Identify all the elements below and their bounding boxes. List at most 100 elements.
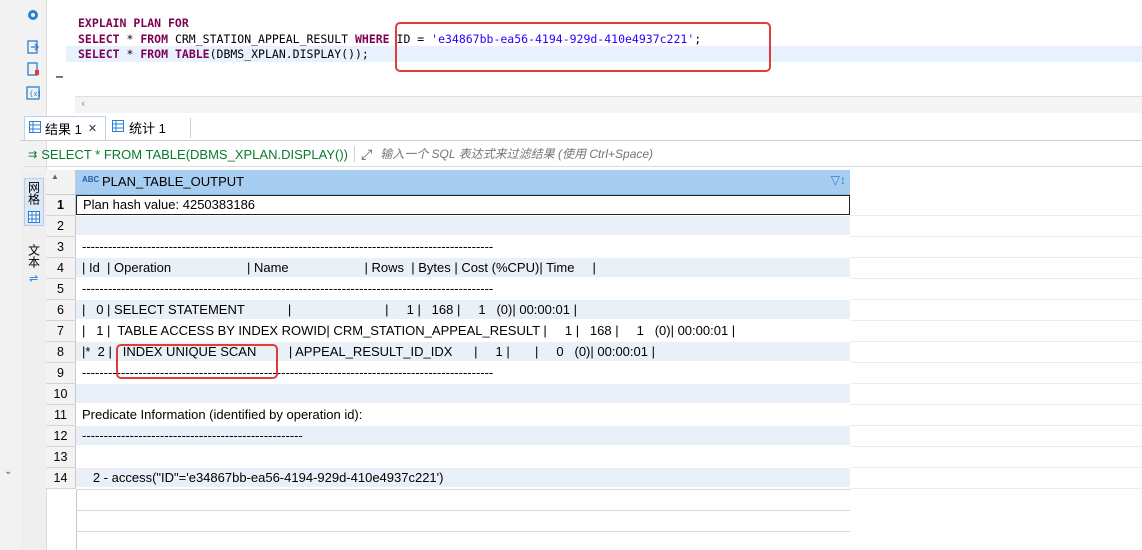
empty-grid-area — [850, 279, 1142, 300]
row-number[interactable]: 14 — [46, 468, 76, 489]
grid-corner[interactable]: ▲ — [46, 170, 76, 195]
grid-header-row: ▲ ABC PLAN_TABLE_OUTPUT ▽↕ — [46, 170, 1142, 195]
keyword: FROM — [140, 47, 169, 61]
export-icon[interactable] — [26, 40, 40, 54]
row-header-empty-area — [46, 489, 77, 550]
plan-output-cell[interactable]: | 1 | TABLE ACCESS BY INDEX ROWID| CRM_S… — [76, 321, 850, 341]
scroll-left-icon[interactable]: ‹ — [81, 97, 85, 110]
row-number[interactable]: 3 — [46, 237, 76, 258]
empty-grid-area — [850, 363, 1142, 384]
editor-line-1: EXPLAIN PLAN FOR — [78, 16, 189, 30]
code-text: (DBMS_XPLAN.DISPLAY()); — [209, 47, 369, 61]
svg-text:{x}: {x} — [29, 90, 40, 98]
highlight-box-index-unique-scan — [116, 344, 278, 379]
tab-text-view[interactable]: 文本 ⇌ — [24, 242, 44, 288]
filter-input[interactable] — [378, 146, 1083, 162]
table-row[interactable]: 7 | 1 | TABLE ACCESS BY INDEX ROWID| CRM_… — [46, 321, 1142, 342]
keyword: SELECT — [78, 47, 120, 61]
text-cursor: _ — [56, 64, 63, 78]
code-text: * — [119, 32, 141, 46]
table-row[interactable]: 2 — [46, 216, 1142, 237]
column-header-plan-table-output[interactable]: ABC PLAN_TABLE_OUTPUT ▽↕ — [76, 170, 850, 195]
plan-output-cell[interactable]: | 0 | SELECT STATEMENT | | 1 | 168 | 1 (… — [76, 300, 850, 320]
plan-output-cell[interactable]: ----------------------------------------… — [76, 426, 850, 446]
table-row[interactable]: 11 Predicate Information (identified by o… — [46, 405, 1142, 426]
grid-view-label: 网格 — [26, 181, 41, 205]
tab-result-1[interactable]: 结果 1 ✕ — [24, 116, 106, 140]
empty-grid-area — [850, 300, 1142, 321]
tab-label: 统计 1 — [129, 121, 166, 136]
empty-grid-area — [850, 447, 1142, 468]
settings-icon[interactable] — [26, 8, 40, 22]
empty-grid-area — [850, 342, 1142, 363]
plan-output-cell[interactable] — [76, 216, 850, 236]
keyword: EXPLAIN PLAN FOR — [78, 16, 189, 30]
row-number[interactable]: 12 — [46, 426, 76, 447]
column-filter-icon[interactable]: ▽↕ — [831, 173, 846, 187]
empty-grid-area — [850, 321, 1142, 342]
empty-grid-area — [850, 405, 1142, 426]
variables-icon[interactable]: {x} — [26, 86, 42, 100]
row-number[interactable]: 2 — [46, 216, 76, 237]
expand-icon[interactable]: ⤢ — [361, 146, 372, 163]
sql-editor[interactable]: EXPLAIN PLAN FOR SELECT * FROM CRM_STATI… — [48, 0, 1142, 96]
editor-horizontal-scrollbar[interactable]: ‹ — [75, 96, 1142, 113]
empty-grid-area — [850, 384, 1142, 405]
table-row[interactable]: 10 — [46, 384, 1142, 405]
plan-output-cell[interactable]: Plan hash value: 4250383186 — [76, 195, 850, 215]
plan-output-cell[interactable]: 2 - access("ID"='e34867bb-ea56-4194-929d… — [76, 468, 850, 488]
tab-statistics-1[interactable]: 统计 1 — [108, 116, 188, 139]
plan-output-cell[interactable]: ----------------------------------------… — [76, 237, 850, 257]
table-row[interactable]: 14 2 - access("ID"='e34867bb-ea56-4194-9… — [46, 468, 1142, 489]
row-number[interactable]: 9 — [46, 363, 76, 384]
empty-grid-area — [850, 216, 1142, 237]
empty-grid-area — [850, 426, 1142, 447]
close-icon[interactable]: ✕ — [88, 122, 97, 135]
tab-grid-view[interactable]: 网格 — [24, 178, 44, 226]
grid-view-icon — [28, 211, 40, 223]
row-number[interactable]: 11 — [46, 405, 76, 426]
code-text: CRM_STATION_APPEAL_RESULT — [168, 32, 355, 46]
new-script-icon[interactable] — [26, 62, 40, 76]
row-number[interactable]: 10 — [46, 384, 76, 405]
row-number[interactable]: 6 — [46, 300, 76, 321]
table-row[interactable]: 4 | Id | Operation | Name | Rows | Bytes … — [46, 258, 1142, 279]
chevron-down-icon[interactable]: ⌄ — [4, 466, 12, 477]
table-row[interactable]: 1 Plan hash value: 4250383186 — [46, 195, 1142, 216]
text-view-label: 文本 — [26, 244, 41, 268]
table-row[interactable]: 12 --------------------------------------… — [46, 426, 1142, 447]
highlight-box-where-clause — [395, 22, 771, 72]
table-row[interactable]: 6 | 0 | SELECT STATEMENT | | 1 | 168 | 1 … — [46, 300, 1142, 321]
grid-table-icon — [29, 121, 41, 136]
row-number[interactable]: 8 — [46, 342, 76, 363]
keyword: SELECT — [78, 32, 120, 46]
tab-divider — [190, 118, 191, 138]
empty-grid-area — [850, 468, 1142, 489]
plan-output-cell[interactable]: | Id | Operation | Name | Rows | Bytes |… — [76, 258, 850, 278]
row-number[interactable]: 1 — [46, 195, 76, 216]
empty-grid-area — [850, 237, 1142, 258]
keyword: FROM — [140, 32, 169, 46]
lock-icon: ▲ — [51, 172, 59, 181]
column-header-label: PLAN_TABLE_OUTPUT — [102, 174, 245, 189]
filter-query-text: SELECT * FROM TABLE(DBMS_XPLAN.DISPLAY()… — [41, 146, 349, 162]
filter-icon[interactable]: ⇉ — [28, 148, 37, 161]
plan-output-cell[interactable]: ----------------------------------------… — [76, 279, 850, 299]
row-number[interactable]: 7 — [46, 321, 76, 342]
code-text: * — [119, 47, 141, 61]
plan-output-cell[interactable] — [76, 447, 850, 467]
row-number[interactable]: 13 — [46, 447, 76, 468]
text-view-icon: ⇌ — [29, 272, 39, 285]
divider — [354, 146, 356, 162]
row-number[interactable]: 4 — [46, 258, 76, 279]
grid-table-icon — [112, 120, 124, 135]
table-row[interactable]: 3 ---------------------------------------… — [46, 237, 1142, 258]
row-number[interactable]: 5 — [46, 279, 76, 300]
table-row[interactable]: 5 ---------------------------------------… — [46, 279, 1142, 300]
grid-line — [76, 489, 850, 490]
grid-line — [76, 531, 850, 532]
plan-output-cell[interactable] — [76, 384, 850, 404]
table-row[interactable]: 13 — [46, 447, 1142, 468]
grid-line — [76, 510, 850, 511]
plan-output-cell[interactable]: Predicate Information (identified by ope… — [76, 405, 850, 425]
